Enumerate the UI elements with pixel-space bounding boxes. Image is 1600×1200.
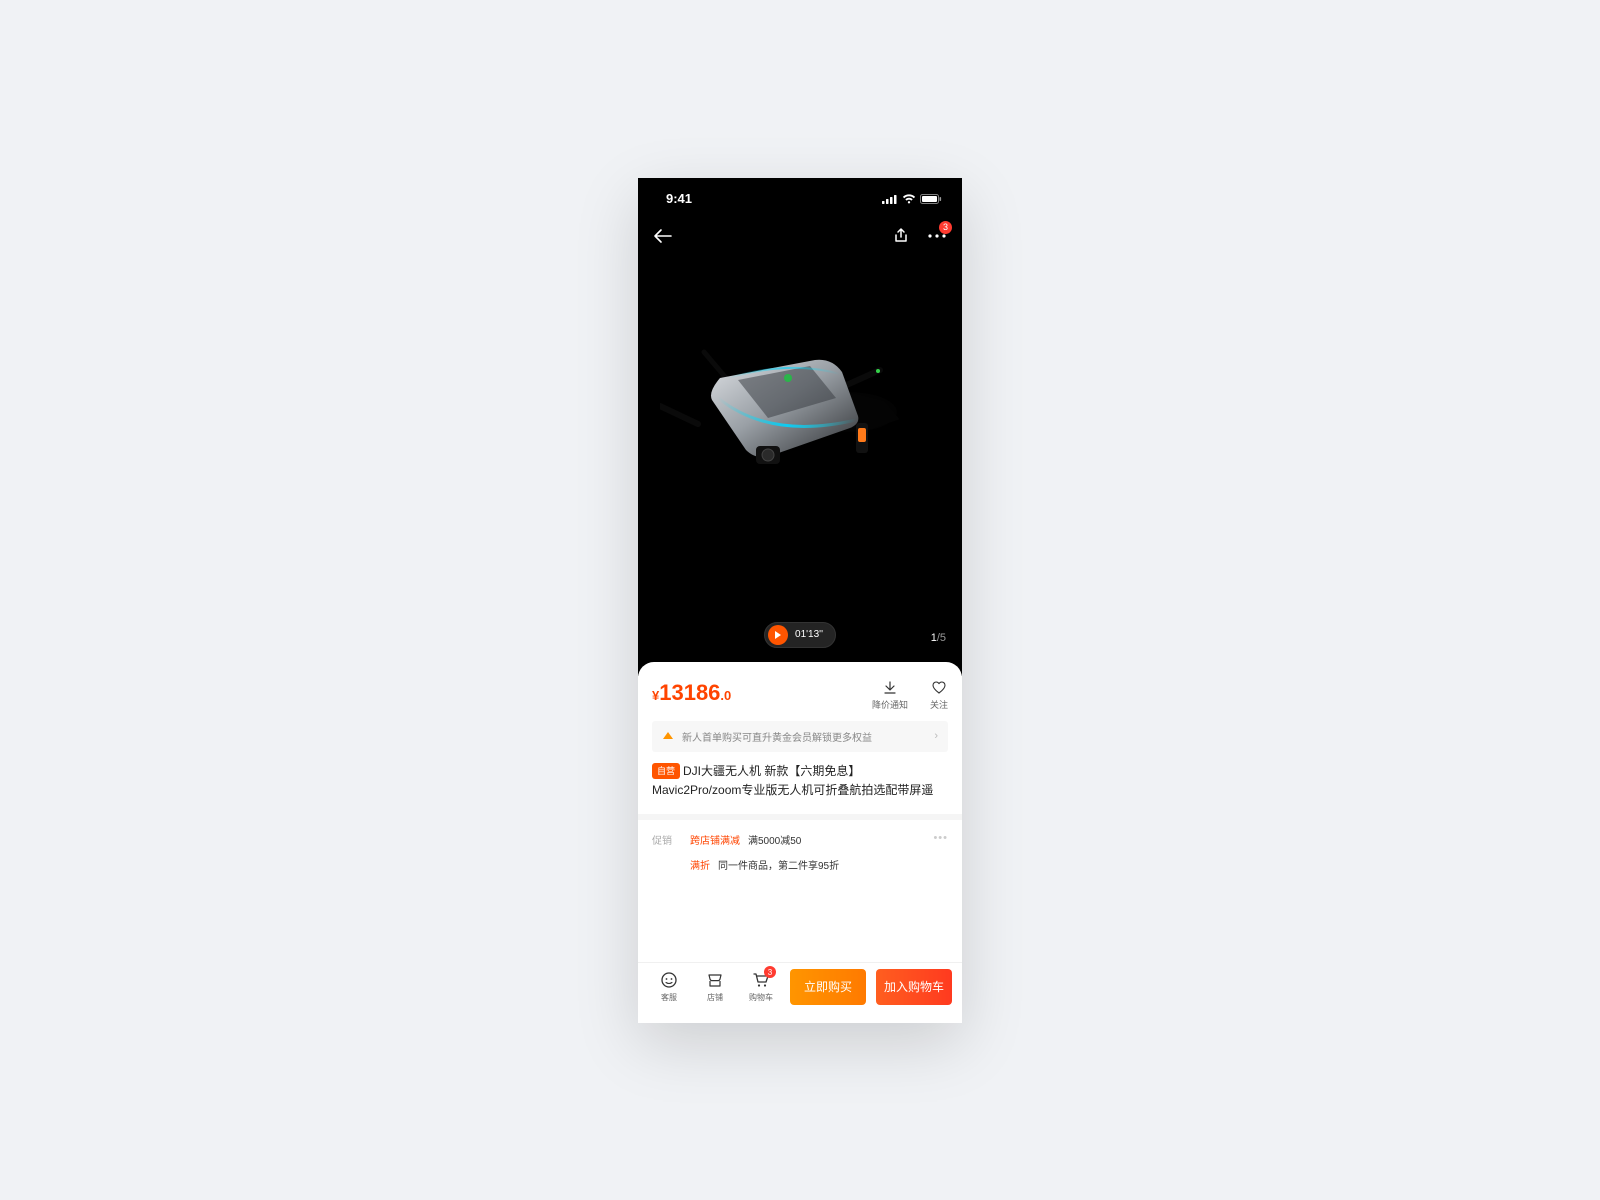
member-banner[interactable]: 新人首单购买可直升黄金会员解锁更多权益 › [652, 721, 948, 752]
status-bar: 9:41 [638, 178, 962, 210]
product-title-block: 自营DJI大疆无人机 新款【六期免息】Mavic2Pro/zoom专业版无人机可… [638, 762, 962, 820]
page-indicator: 1/5 [931, 632, 946, 644]
promo-label: 促销 [652, 832, 676, 847]
promo-tag: 跨店铺满减 [690, 832, 740, 847]
nav-bar: 3 [638, 210, 962, 252]
cart-button[interactable]: 3 购物车 [740, 970, 782, 1003]
shop-icon [705, 970, 725, 990]
product-hero[interactable]: 9:41 [638, 178, 962, 676]
product-title-text: DJI大疆无人机 新款【六期免息】Mavic2Pro/zoom专业版无人机可折叠… [652, 764, 933, 797]
promo-item: 跨店铺满减 满5000减50 [690, 832, 919, 847]
cart-label: 购物车 [749, 992, 773, 1003]
price-alert-icon [882, 680, 898, 696]
buy-now-label: 立即购买 [804, 978, 852, 995]
price-alert-button[interactable]: 降价通知 [872, 680, 908, 711]
buy-now-button[interactable]: 立即购买 [790, 969, 866, 1005]
chevron-right-icon: › [934, 730, 938, 742]
bottom-bar: 客服 店铺 3 购物车 立即购买 加入购物车 [638, 962, 962, 1023]
page-current: 1 [931, 632, 937, 644]
customer-service-button[interactable]: 客服 [648, 970, 690, 1003]
self-operated-tag: 自营 [652, 763, 680, 779]
promo-more-icon[interactable]: ••• [933, 832, 948, 844]
price-main: 13186 [659, 680, 720, 706]
status-time: 9:41 [666, 191, 692, 206]
product-image [660, 318, 940, 518]
customer-service-icon [659, 970, 679, 990]
customer-service-label: 客服 [661, 992, 677, 1003]
product-title: 自营DJI大疆无人机 新款【六期免息】Mavic2Pro/zoom专业版无人机可… [652, 762, 948, 800]
promo-item: 满折 同一件商品，第二件享95折 [690, 857, 919, 872]
shop-label: 店铺 [707, 992, 723, 1003]
add-to-cart-button[interactable]: 加入购物车 [876, 969, 952, 1005]
promo-block[interactable]: 促销 跨店铺满减 满5000减50 满折 同一件商品，第二件享95折 ••• [638, 820, 962, 888]
price-row: ¥ 13186 .0 降价通知 关注 [638, 676, 962, 721]
phone-frame: 9:41 [638, 178, 962, 1023]
member-badge-icon [662, 730, 674, 742]
favorite-label: 关注 [930, 698, 948, 711]
shop-button[interactable]: 店铺 [694, 970, 736, 1003]
favorite-button[interactable]: 关注 [930, 680, 948, 711]
wifi-icon [902, 194, 916, 204]
cart-badge: 3 [764, 966, 776, 978]
more-badge: 3 [939, 221, 952, 234]
member-banner-text: 新人首单购买可直升黄金会员解锁更多权益 [682, 729, 926, 744]
video-duration-pill[interactable]: 01'13'' [764, 622, 836, 648]
price-currency: ¥ [652, 688, 659, 703]
page-total: 5 [940, 632, 946, 644]
battery-icon [920, 194, 942, 204]
more-button[interactable]: 3 [926, 225, 948, 247]
price-decimal: .0 [720, 688, 731, 703]
promo-desc: 满5000减50 [748, 832, 801, 847]
cellular-icon [882, 194, 898, 204]
product-price: ¥ 13186 .0 [652, 680, 731, 706]
back-button[interactable] [652, 225, 674, 247]
cart-icon: 3 [751, 970, 771, 990]
promo-tag: 满折 [690, 857, 710, 872]
product-content: ¥ 13186 .0 降价通知 关注 [638, 662, 962, 1023]
video-duration: 01'13'' [795, 629, 823, 640]
promo-desc: 同一件商品，第二件享95折 [718, 857, 839, 872]
status-indicators [882, 194, 942, 204]
heart-icon [931, 680, 947, 696]
add-to-cart-label: 加入购物车 [884, 978, 944, 995]
price-alert-label: 降价通知 [872, 698, 908, 711]
play-icon [768, 625, 788, 645]
share-button[interactable] [890, 225, 912, 247]
